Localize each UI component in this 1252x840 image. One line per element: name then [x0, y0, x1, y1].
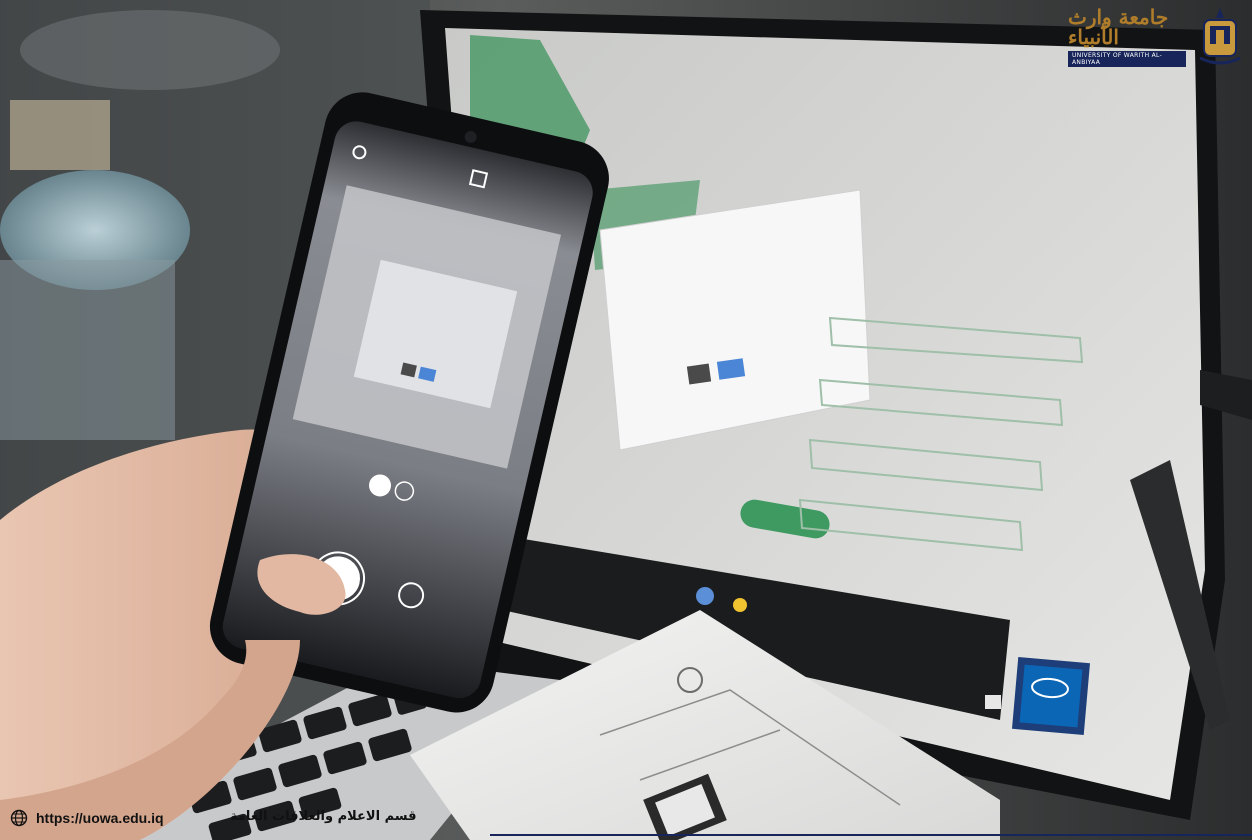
footer-divider: [490, 834, 1252, 836]
wordmark-english: UNIVERSITY OF WARITH AL-ANBIYAA: [1068, 51, 1186, 67]
globe-icon: [10, 809, 28, 827]
university-seal-logo: [1199, 8, 1241, 65]
university-wordmark-logo: جامعة وارث الأنبياء UNIVERSITY OF WARITH…: [1068, 7, 1186, 67]
university-branding: جامعة وارث الأنبياء UNIVERSITY OF WARITH…: [1068, 6, 1246, 68]
photograph: [0, 0, 1252, 840]
website-url[interactable]: https://uowa.edu.iq: [36, 810, 164, 826]
department-name: قسم الاعلام والعلاقات العامة: [230, 809, 417, 824]
photo-footer: https://uowa.edu.iq قسم الاعلام والعلاقا…: [0, 800, 1252, 840]
photo-stage: جامعة وارث الأنبياء UNIVERSITY OF WARITH…: [0, 0, 1252, 840]
wordmark-arabic: جامعة وارث الأنبياء: [1068, 5, 1169, 49]
